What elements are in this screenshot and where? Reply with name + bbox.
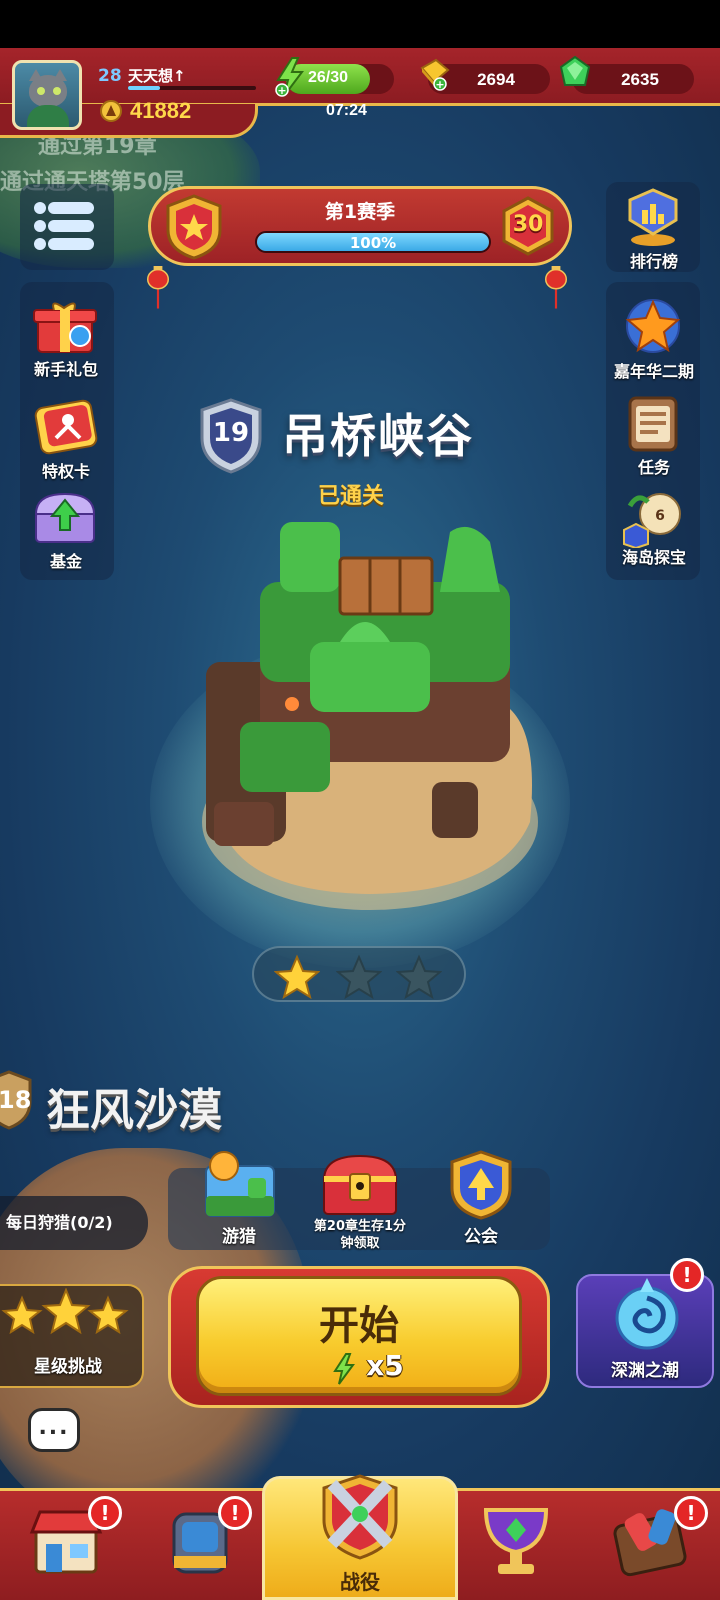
shop-notification-badge: ! [88, 1496, 122, 1530]
season-progress-bar: 100% [255, 231, 491, 253]
player-level: 28 [98, 66, 122, 86]
main-menu-button[interactable] [20, 184, 114, 270]
task-scroll-icon [628, 396, 678, 452]
star-challenge-button[interactable]: 星级挑战 [0, 1284, 144, 1388]
star-filled-icon [274, 954, 320, 1000]
top-bar: 28 天天想↑ 41882 26/30 + 07:24 2694 + 2635 [0, 48, 720, 138]
fund-label: 基金 [49, 552, 82, 571]
hunt-label: 游猎 [222, 1227, 256, 1247]
system-status-bar [0, 0, 720, 48]
power-icon [100, 100, 122, 122]
next-stage-number: 18 [0, 1086, 32, 1114]
trophy-cup-icon[interactable] [476, 1500, 556, 1580]
abyss-tide-button[interactable]: 深渊之潮 [576, 1274, 714, 1388]
guild-shield-icon [450, 1150, 512, 1220]
guild-label: 公会 [464, 1227, 498, 1247]
power-value: 41882 [130, 98, 192, 123]
fund-button[interactable]: 基金 [18, 484, 114, 574]
three-stars-icon [1, 1288, 129, 1335]
leaderboard-icon [628, 188, 678, 246]
chapter-chest-label-line1: 第20章生存1分 [313, 1219, 407, 1234]
equipment-notification-badge: ! [218, 1496, 252, 1530]
lantern-right-icon [545, 266, 567, 309]
nav-campaign-label: 战役 [340, 1570, 380, 1594]
island-treasure-button[interactable]: 6 海岛探宝 [606, 486, 702, 576]
hunt-landscape-icon [205, 1151, 275, 1217]
start-cost: x5 [366, 1349, 404, 1382]
hunt-button[interactable]: 游猎 [196, 1150, 282, 1250]
star-empty-icon [396, 954, 442, 1000]
carnival-star-icon [625, 299, 681, 353]
energy-timer: 07:24 [326, 102, 367, 119]
gift-box-icon [33, 302, 97, 353]
island-treasure-label: 海岛探宝 [621, 548, 686, 567]
stage-stars [252, 946, 466, 1002]
svg-text:6: 6 [655, 508, 665, 524]
svg-text:+: + [435, 78, 444, 91]
star-empty-icon [336, 954, 382, 1000]
gold-icon[interactable]: + [414, 54, 452, 92]
stage-name: 吊桥峡谷 [282, 409, 474, 463]
beginner-pack-label: 新手礼包 [33, 360, 98, 379]
energy-bolt-icon[interactable]: + [272, 56, 308, 98]
abyss-tide-label: 深渊之潮 [611, 1361, 679, 1381]
player-name: 天天想↑ [128, 67, 186, 85]
carnival-button[interactable]: 嘉年华二期 [600, 292, 708, 382]
player-avatar[interactable] [12, 60, 82, 130]
fund-chest-icon [34, 492, 96, 543]
privilege-card-label: 特权卡 [41, 462, 90, 481]
stage-status: 已通关 [318, 484, 385, 509]
leaderboard-label: 排行榜 [629, 252, 678, 271]
privilege-card-icon [34, 399, 98, 455]
chat-button[interactable]: ... [28, 1408, 80, 1452]
chapter-chest-label-line2: 钟领取 [340, 1236, 380, 1251]
campaign-swords-icon [322, 1474, 398, 1560]
event-notification-badge: ! [674, 1496, 708, 1530]
daily-hunt-button[interactable]: 每日狩猎(0/2) [0, 1196, 148, 1250]
stage-number: 19 [212, 418, 250, 448]
leaderboard-button[interactable]: 排行榜 [606, 186, 702, 272]
task-label: 任务 [637, 458, 670, 477]
star-challenge-label: 星级挑战 [34, 1357, 102, 1377]
lantern-left-icon [146, 266, 169, 309]
task-button[interactable]: 任务 [606, 392, 702, 482]
abyss-notification-badge: ! [670, 1258, 704, 1292]
chat-icon: ... [38, 1415, 70, 1440]
season-level-text: 30 [512, 212, 544, 237]
chapter-chest-button[interactable]: 第20章生存1分 钟领取 [298, 1150, 422, 1254]
island-treasure-icon: 6 [623, 493, 681, 548]
privilege-card-button[interactable]: 特权卡 [18, 394, 114, 484]
season-badge-icon [166, 194, 222, 260]
carnival-label: 嘉年华二期 [613, 362, 694, 381]
beginner-pack-button[interactable]: 新手礼包 [18, 292, 114, 382]
start-label: 开始 [319, 1303, 399, 1349]
treasure-chest-icon [322, 1154, 398, 1215]
xp-bar [128, 86, 256, 90]
start-button[interactable]: 开始 x5 [196, 1276, 522, 1396]
svg-text:+: + [277, 84, 286, 97]
stage-island[interactable] [200, 522, 540, 912]
gem-icon[interactable] [556, 54, 594, 92]
season-progress-text: 100% [349, 234, 397, 252]
guild-button[interactable]: 公会 [438, 1150, 524, 1250]
next-stage-name: 狂风沙漠 [46, 1085, 222, 1136]
